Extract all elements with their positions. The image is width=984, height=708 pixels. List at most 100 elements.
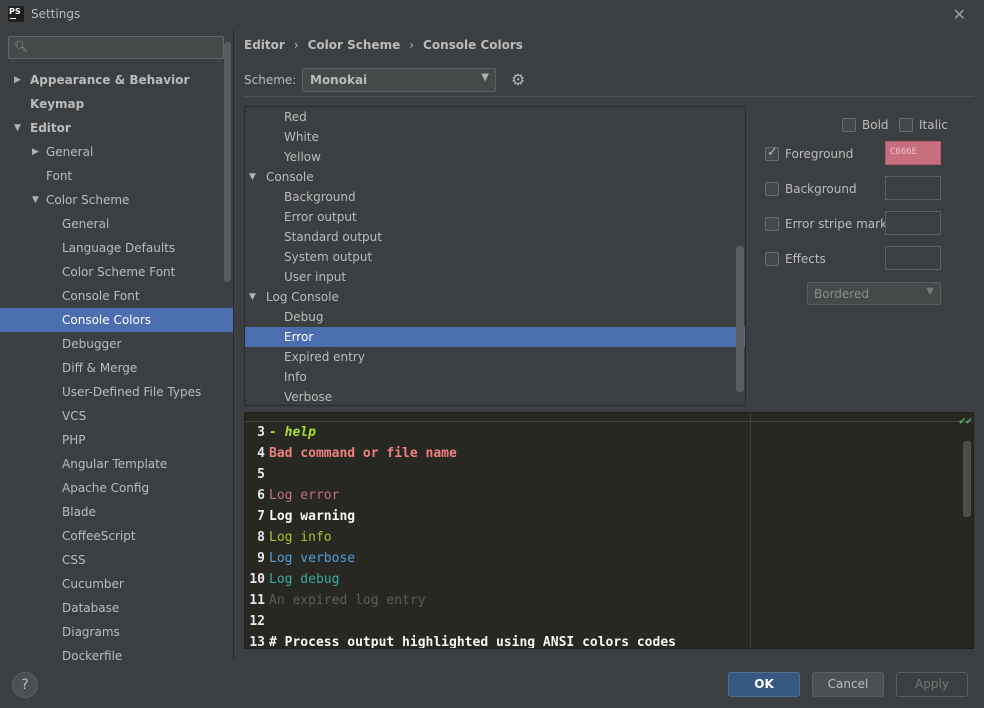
sidebar-item[interactable]: General bbox=[0, 212, 233, 236]
sidebar-item[interactable]: Apache Config bbox=[0, 476, 233, 500]
scheme-dropdown[interactable]: Monokai ▼ bbox=[302, 68, 496, 92]
expand-arrow-down-icon[interactable]: ▼ bbox=[249, 287, 256, 307]
sidebar-item[interactable]: Cucumber bbox=[0, 572, 233, 596]
sidebar-item[interactable]: Console Font bbox=[0, 284, 233, 308]
chevron-down-icon: ▼ bbox=[481, 72, 489, 83]
attribute-item[interactable]: White bbox=[245, 127, 745, 147]
attribute-item[interactable]: System output bbox=[245, 247, 745, 267]
attribute-item[interactable]: Debug bbox=[245, 307, 745, 327]
sidebar-item[interactable]: Language Defaults bbox=[0, 236, 233, 260]
sidebar-item[interactable]: Color Scheme Font bbox=[0, 260, 233, 284]
attribute-item[interactable]: Background bbox=[245, 187, 745, 207]
attribute-item[interactable]: Expired entry bbox=[245, 347, 745, 367]
scheme-label: Scheme: bbox=[244, 73, 297, 87]
sidebar-item[interactable]: ▼ Editor bbox=[0, 116, 233, 140]
attribute-item[interactable]: Error output bbox=[245, 207, 745, 227]
code-line: 10 Log debug bbox=[245, 569, 339, 590]
attribute-item[interactable]: Red bbox=[245, 107, 745, 127]
attribute-label: Error output bbox=[284, 210, 357, 224]
sidebar-item[interactable]: Database bbox=[0, 596, 233, 620]
sidebar-item[interactable]: Blade bbox=[0, 500, 233, 524]
expand-arrow-right-icon[interactable]: ▶ bbox=[14, 68, 21, 92]
effects-type-dropdown[interactable]: Bordered ▼ bbox=[807, 282, 941, 305]
italic-checkbox[interactable] bbox=[899, 118, 913, 132]
sidebar-item-label: Font bbox=[46, 169, 73, 183]
italic-label: Italic bbox=[919, 118, 948, 132]
line-number: 8 bbox=[257, 530, 265, 545]
sidebar-item[interactable]: Keymap bbox=[0, 92, 233, 116]
sidebar-item[interactable]: VCS bbox=[0, 404, 233, 428]
sidebar-item[interactable]: Angular Template bbox=[0, 452, 233, 476]
sidebar-scrollbar[interactable] bbox=[224, 42, 231, 282]
background-checkbox[interactable] bbox=[765, 182, 779, 196]
chevron-down-icon: ▼ bbox=[926, 286, 934, 297]
gear-icon[interactable]: ⚙ bbox=[511, 70, 525, 89]
attribute-item[interactable]: Verbose bbox=[245, 387, 745, 405]
sidebar-item[interactable]: ▶ Appearance & Behavior bbox=[0, 68, 233, 92]
sidebar-item-label: Color Scheme Font bbox=[62, 265, 176, 279]
attribute-item[interactable]: Error bbox=[245, 327, 745, 347]
sidebar-item[interactable]: Diff & Merge bbox=[0, 356, 233, 380]
sidebar-item[interactable]: Debugger bbox=[0, 332, 233, 356]
bold-checkbox[interactable] bbox=[842, 118, 856, 132]
attribute-label: Standard output bbox=[284, 230, 382, 244]
line-number: 4 bbox=[257, 446, 265, 461]
search-input[interactable]: 🔍︎ bbox=[8, 36, 224, 59]
sidebar-item[interactable]: Dockerfile bbox=[0, 644, 233, 668]
line-number: 6 bbox=[257, 488, 265, 503]
code-text: Log debug bbox=[269, 572, 340, 587]
code-text: Log info bbox=[269, 530, 332, 545]
effects-color-swatch[interactable] bbox=[885, 246, 941, 270]
sidebar-item[interactable]: ▼ Color Scheme bbox=[0, 188, 233, 212]
expand-arrow-down-icon[interactable]: ▼ bbox=[32, 188, 39, 212]
sidebar-item[interactable]: PHP bbox=[0, 428, 233, 452]
line-number: 3 bbox=[257, 425, 265, 440]
line-number: 7 bbox=[257, 509, 265, 524]
bold-label: Bold bbox=[862, 118, 889, 132]
line-number: 9 bbox=[257, 551, 265, 566]
breadcrumb-color-scheme[interactable]: Color Scheme bbox=[308, 38, 401, 52]
sidebar-item-label: Database bbox=[62, 601, 120, 615]
attributes-list: Red White Yellow ▼ Console Background Error ou… bbox=[244, 106, 746, 406]
sidebar-item[interactable]: CSS bbox=[0, 548, 233, 572]
line-number: 12 bbox=[249, 614, 265, 629]
error-stripe-checkbox[interactable] bbox=[765, 217, 779, 231]
code-line: 12 bbox=[245, 611, 269, 632]
sidebar-item[interactable]: User-Defined File Types bbox=[0, 380, 233, 404]
sidebar-item[interactable]: Console Colors bbox=[0, 308, 233, 332]
attribute-item[interactable]: ▼ Console bbox=[245, 167, 745, 187]
attribute-item[interactable]: Info bbox=[245, 367, 745, 387]
color-preview-editor[interactable]: ✔✔ 3 - help 4 Bad command or file name 5 6 Log… bbox=[244, 412, 974, 649]
sidebar-item-label: Console Font bbox=[62, 289, 140, 303]
settings-sidebar: 🔍︎ ▶ Appearance & Behavior Keymap ▼ Editor ▶ G… bbox=[0, 30, 234, 663]
attribute-item[interactable]: ▼ Log Console bbox=[245, 287, 745, 307]
sidebar-item[interactable]: ▶ General bbox=[0, 140, 233, 164]
effects-checkbox[interactable] bbox=[765, 252, 779, 266]
cancel-button[interactable]: Cancel bbox=[812, 672, 884, 697]
foreground-checkbox[interactable] bbox=[765, 145, 779, 161]
sidebar-item[interactable]: Diagrams bbox=[0, 620, 233, 644]
sidebar-item[interactable]: Font bbox=[0, 164, 233, 188]
ok-button[interactable]: OK bbox=[728, 672, 800, 697]
scheme-value: Monokai bbox=[310, 73, 368, 87]
attribute-item[interactable]: Standard output bbox=[245, 227, 745, 247]
attribute-item[interactable]: Yellow bbox=[245, 147, 745, 167]
expand-arrow-right-icon[interactable]: ▶ bbox=[32, 140, 39, 164]
attribute-item[interactable]: User input bbox=[245, 267, 745, 287]
sidebar-item[interactable]: CoffeeScript bbox=[0, 524, 233, 548]
sidebar-item-label: Appearance & Behavior bbox=[30, 73, 190, 87]
foreground-color-swatch[interactable]: C666E bbox=[885, 141, 941, 165]
background-color-swatch[interactable] bbox=[885, 176, 941, 200]
breadcrumb-editor[interactable]: Editor bbox=[244, 38, 285, 52]
help-button[interactable]: ? bbox=[12, 672, 38, 698]
sidebar-item-label: VCS bbox=[62, 409, 87, 423]
apply-button[interactable]: Apply bbox=[896, 672, 968, 697]
attributes-scrollbar[interactable] bbox=[736, 246, 744, 392]
expand-arrow-down-icon[interactable]: ▼ bbox=[249, 167, 256, 187]
preview-scrollbar[interactable] bbox=[963, 441, 971, 517]
close-icon[interactable]: ✕ bbox=[953, 5, 966, 24]
code-line: 11 An expired log entry bbox=[245, 590, 425, 611]
attribute-label: Expired entry bbox=[284, 350, 365, 364]
error-stripe-color-swatch[interactable] bbox=[885, 211, 941, 235]
expand-arrow-down-icon[interactable]: ▼ bbox=[14, 116, 21, 140]
